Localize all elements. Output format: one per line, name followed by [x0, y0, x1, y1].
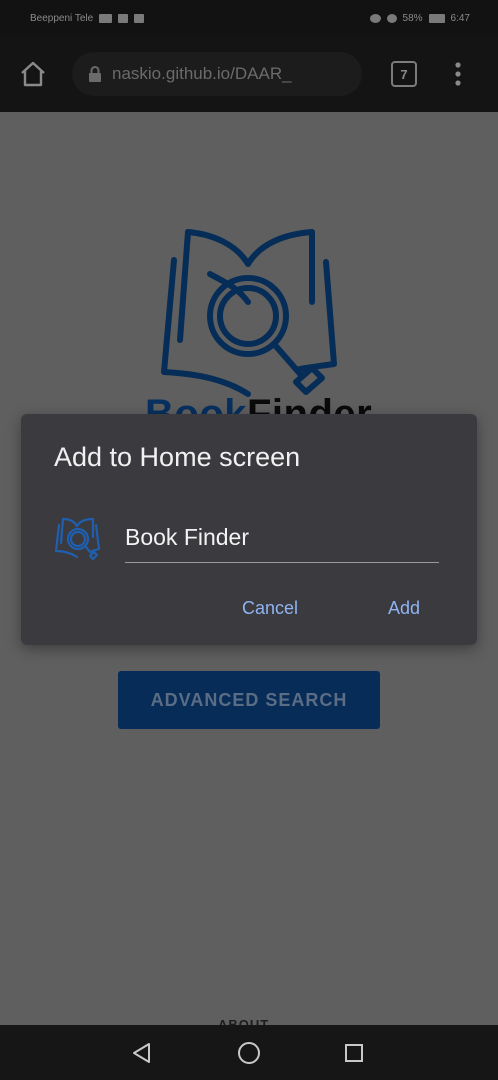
- circle-home-icon[interactable]: [237, 1041, 261, 1065]
- status-bar: Beeppeni Tele 58% 6:47: [0, 0, 498, 36]
- shortcut-name-input[interactable]: [125, 519, 439, 563]
- square-recents-icon[interactable]: [344, 1043, 364, 1063]
- system-nav-bar: [0, 1025, 498, 1080]
- notification-icon: [99, 13, 113, 23]
- tab-switcher-button[interactable]: 7: [391, 61, 417, 87]
- alarm-icon: [386, 13, 397, 23]
- url-bar[interactable]: naskio.github.io/DAAR_: [72, 52, 362, 96]
- clock: 6:47: [450, 12, 470, 24]
- battery-icon: [428, 13, 445, 23]
- advanced-search-button[interactable]: ADVANCED SEARCH: [118, 671, 380, 729]
- carrier-label: Beeppeni Tele: [30, 12, 94, 24]
- more-vert-icon[interactable]: [452, 60, 464, 88]
- home-icon[interactable]: [19, 60, 47, 88]
- book-magnifier-icon: [161, 229, 337, 397]
- eye-icon: [369, 13, 381, 23]
- add-button[interactable]: Add: [382, 594, 426, 623]
- lock-icon: [89, 66, 101, 82]
- wifi-icon: [134, 13, 145, 23]
- browser-toolbar: naskio.github.io/DAAR_ 7: [0, 36, 498, 112]
- back-triangle-icon[interactable]: [131, 1042, 153, 1064]
- dialog-title: Add to Home screen: [54, 442, 301, 472]
- cancel-button[interactable]: Cancel: [236, 594, 304, 623]
- app-icon: [54, 517, 101, 561]
- battery-percent: 58%: [402, 12, 423, 24]
- add-to-home-dialog: Add to Home screen Cancel Add: [21, 414, 477, 645]
- signal-icon: [118, 13, 129, 23]
- url-text: naskio.github.io/DAAR_: [112, 64, 292, 83]
